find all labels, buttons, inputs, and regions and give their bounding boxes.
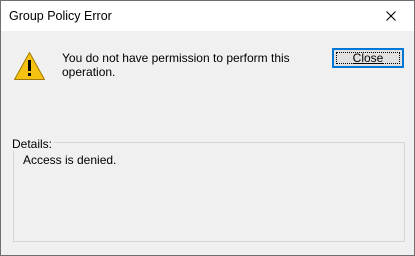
close-button-label: Close	[352, 51, 384, 65]
details-text: Access is denied.	[23, 153, 117, 167]
close-icon	[386, 11, 396, 21]
title-bar[interactable]: Group Policy Error	[1, 1, 414, 31]
warning-icon	[13, 51, 46, 81]
error-message: You do not have permission to perform th…	[62, 51, 290, 79]
details-label: Details:	[10, 137, 55, 151]
titlebar-close-button[interactable]	[368, 1, 414, 31]
focus-rectangle: Close	[336, 51, 400, 65]
dialog-window: Group Policy Error You do not have permi…	[0, 0, 415, 256]
close-button[interactable]: Close	[332, 48, 404, 68]
window-title: Group Policy Error	[9, 9, 112, 23]
